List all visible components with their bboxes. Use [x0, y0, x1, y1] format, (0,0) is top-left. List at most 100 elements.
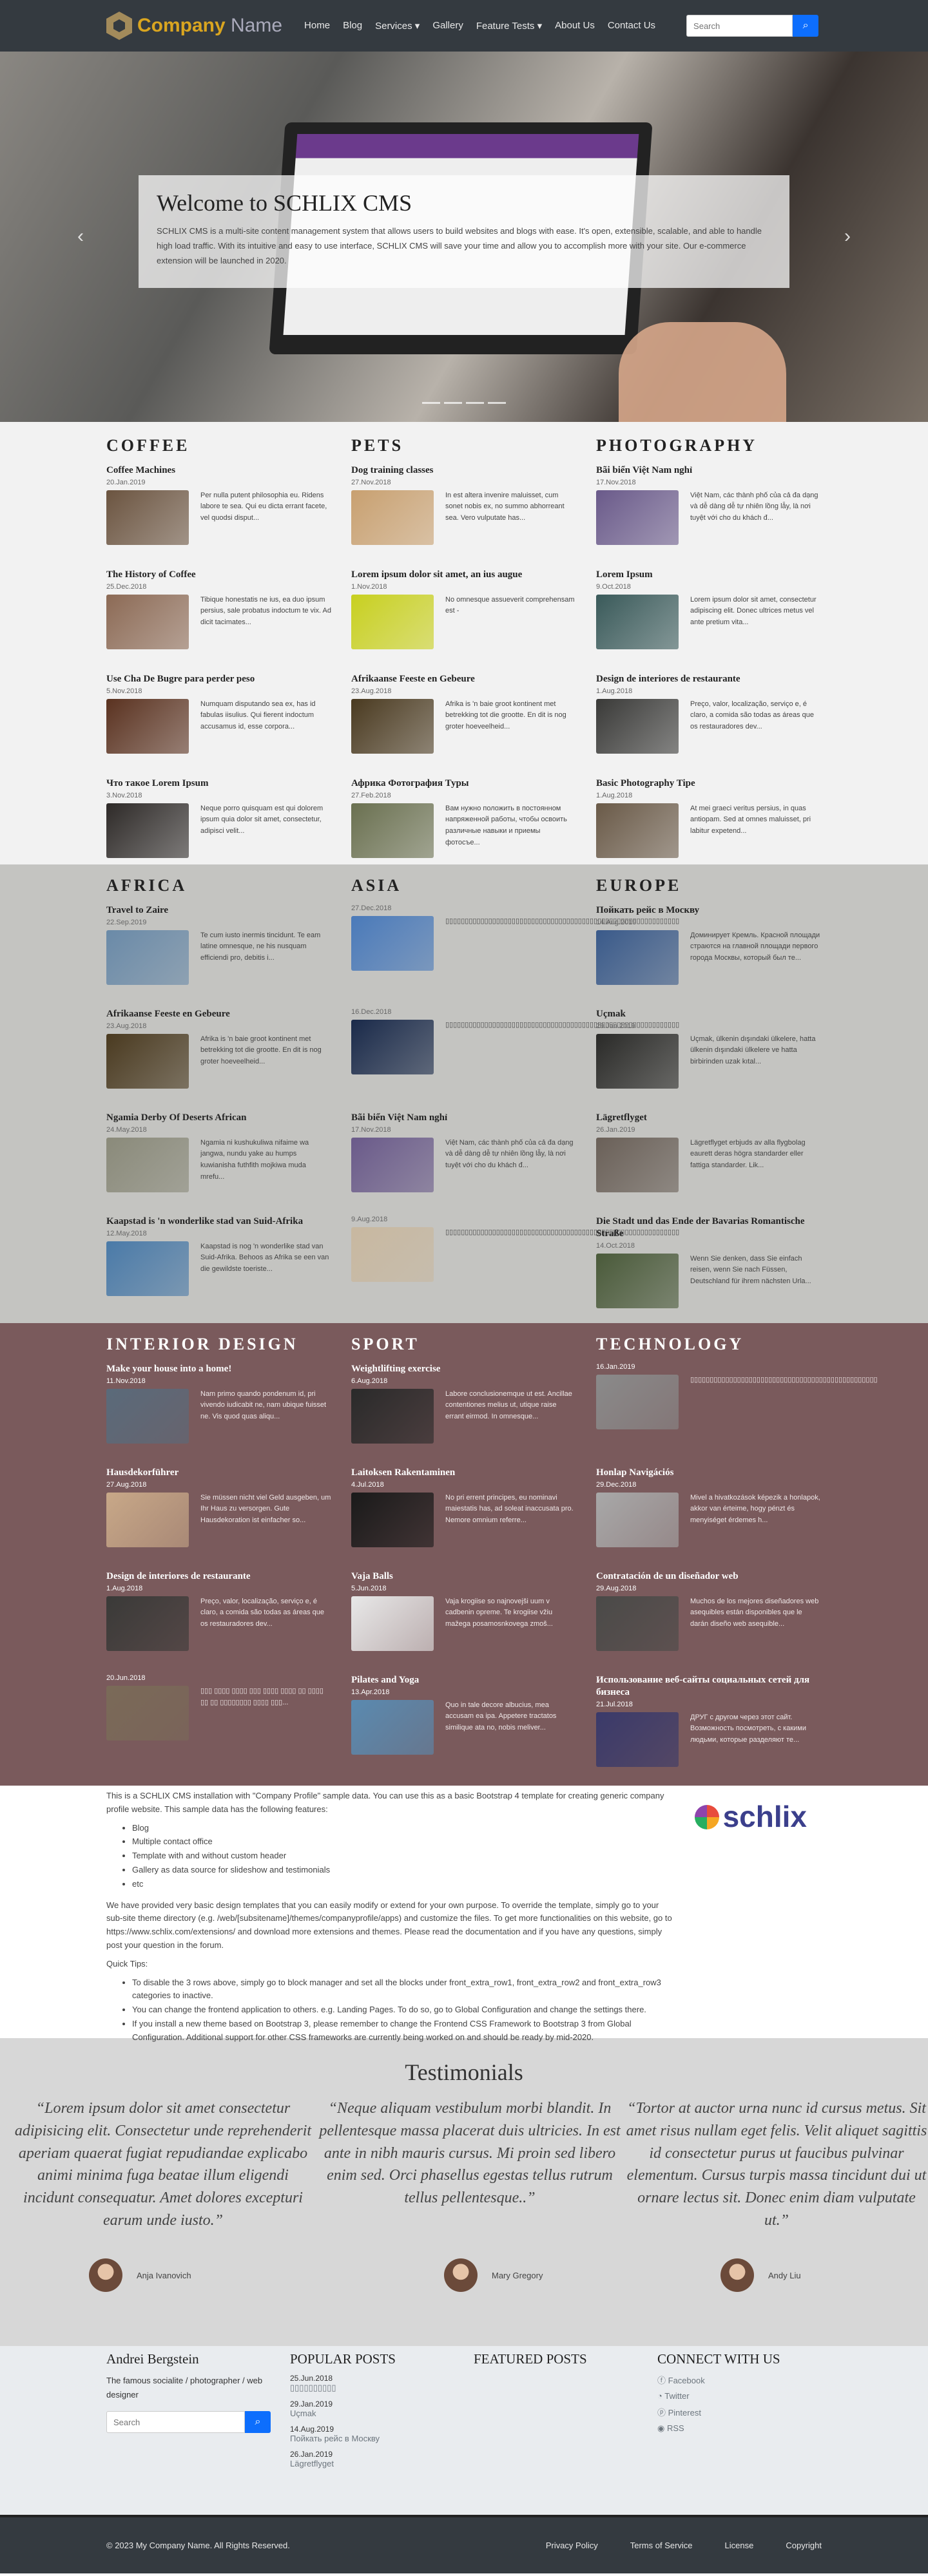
- post-thumbnail[interactable]: [106, 490, 189, 545]
- post-title[interactable]: Design de interiores de restaurante: [596, 673, 822, 685]
- nav-item-1[interactable]: Blog: [343, 20, 362, 32]
- post-title[interactable]: Coffee Machines: [106, 464, 332, 477]
- post-thumbnail[interactable]: [106, 1388, 189, 1444]
- post-title[interactable]: The History of Coffee: [106, 569, 332, 581]
- post-thumbnail[interactable]: [351, 1699, 434, 1755]
- post-thumbnail[interactable]: [351, 1137, 434, 1192]
- post-title[interactable]: Kaapstad is 'n wonderlike stad van Suid-…: [106, 1216, 332, 1228]
- post-thumbnail[interactable]: [596, 1712, 679, 1767]
- prev-arrow-icon[interactable]: ‹: [77, 225, 84, 247]
- post-thumbnail[interactable]: [351, 698, 434, 754]
- post-thumbnail[interactable]: [596, 698, 679, 754]
- post-thumbnail[interactable]: [596, 1137, 679, 1192]
- post-thumbnail[interactable]: [351, 1020, 434, 1074]
- social-link-rss[interactable]: ◉ RSS: [657, 2423, 822, 2434]
- post-thumbnail[interactable]: [596, 803, 679, 858]
- footer-link[interactable]: Terms of Service: [630, 2541, 693, 2550]
- post-thumbnail[interactable]: [106, 1241, 189, 1296]
- footer-link[interactable]: Privacy Policy: [546, 2541, 598, 2550]
- post-thumbnail[interactable]: [596, 930, 679, 985]
- nav-search-input[interactable]: [686, 15, 793, 37]
- category-title[interactable]: EUROPE: [596, 876, 822, 895]
- post-thumbnail[interactable]: [106, 930, 189, 985]
- popular-post[interactable]: 14.Aug.2019 Пойкать рейс в Москву: [290, 2425, 454, 2443]
- post-thumbnail[interactable]: [351, 1388, 434, 1444]
- post-thumbnail[interactable]: [596, 1375, 679, 1429]
- post-thumbnail[interactable]: [106, 803, 189, 858]
- popular-post-title[interactable]: ▯▯▯▯▯▯▯▯▯▯: [290, 2383, 454, 2393]
- post-title[interactable]: Afrikaanse Feeste en Gebeure: [106, 1008, 332, 1020]
- post-title[interactable]: Пойкать рейс в Москву: [596, 904, 822, 917]
- nav-item-5[interactable]: About Us: [555, 20, 595, 32]
- footer-search-button[interactable]: ⌕: [245, 2411, 271, 2434]
- post-thumbnail[interactable]: [596, 490, 679, 545]
- category-title[interactable]: PHOTOGRAPHY: [596, 436, 822, 455]
- post-title[interactable]: Использование веб-сайты социальных сетей…: [596, 1674, 822, 1699]
- footer-search-input[interactable]: [106, 2411, 245, 2434]
- post-title[interactable]: Африка Фотография Туры: [351, 778, 577, 790]
- post-title[interactable]: Use Cha De Bugre para perder peso: [106, 673, 332, 685]
- next-arrow-icon[interactable]: ›: [844, 225, 851, 247]
- popular-post[interactable]: 26.Jan.2019 Lägretflyget: [290, 2450, 454, 2468]
- nav-item-6[interactable]: Contact Us: [608, 20, 655, 32]
- nav-item-3[interactable]: Gallery: [432, 20, 463, 32]
- post-thumbnail[interactable]: [106, 1137, 189, 1192]
- post-title[interactable]: Lorem Ipsum: [596, 569, 822, 581]
- category-title[interactable]: COFFEE: [106, 436, 332, 455]
- post-title[interactable]: Laitoksen Rakentaminen: [351, 1467, 577, 1479]
- post-title[interactable]: Make your house into a home!: [106, 1363, 332, 1375]
- category-title[interactable]: PETS: [351, 436, 577, 455]
- category-title[interactable]: SPORT: [351, 1335, 577, 1354]
- post-thumbnail[interactable]: [596, 1033, 679, 1089]
- category-title[interactable]: TECHNOLOGY: [596, 1335, 822, 1354]
- popular-post[interactable]: 29.Jan.2019 Uçmak: [290, 2399, 454, 2418]
- post-thumbnail[interactable]: [106, 1596, 189, 1651]
- nav-search-button[interactable]: ⌕: [793, 15, 819, 37]
- post-title[interactable]: Afrikaanse Feeste en Gebeure: [351, 673, 577, 685]
- post-thumbnail[interactable]: [106, 698, 189, 754]
- post-title[interactable]: Travel to Zaire: [106, 904, 332, 917]
- category-title[interactable]: ASIA: [351, 876, 577, 895]
- slide-indicators[interactable]: [422, 402, 506, 404]
- category-title[interactable]: INTERIOR DESIGN: [106, 1335, 332, 1354]
- post-title[interactable]: Basic Photography Tipe: [596, 778, 822, 790]
- post-thumbnail[interactable]: [351, 490, 434, 545]
- post-title[interactable]: Die Stadt und das Ende der Bavarias Roma…: [596, 1216, 822, 1240]
- popular-post-title[interactable]: Lägretflyget: [290, 2459, 454, 2468]
- post-title[interactable]: Hausdekorführer: [106, 1467, 332, 1479]
- post-thumbnail[interactable]: [596, 1596, 679, 1651]
- post-thumbnail[interactable]: [351, 1596, 434, 1651]
- post-title[interactable]: Contratación de un diseñador web: [596, 1570, 822, 1583]
- post-title[interactable]: Bãi biển Việt Nam nghỉ: [351, 1112, 577, 1124]
- popular-post-title[interactable]: Пойкать рейс в Москву: [290, 2434, 454, 2443]
- social-link-twitter[interactable]: ◔ Twitter: [657, 2391, 822, 2401]
- post-thumbnail[interactable]: [351, 916, 434, 971]
- post-thumbnail[interactable]: [106, 1492, 189, 1547]
- popular-post[interactable]: 25.Jun.2018 ▯▯▯▯▯▯▯▯▯▯: [290, 2374, 454, 2393]
- nav-item-0[interactable]: Home: [304, 20, 330, 32]
- post-thumbnail[interactable]: [351, 803, 434, 858]
- post-title[interactable]: Lorem ipsum dolor sit amet, an ius augue: [351, 569, 577, 581]
- social-link-facebook[interactable]: ⓕ Facebook: [657, 2374, 822, 2386]
- nav-item-2[interactable]: Services ▾: [375, 20, 420, 32]
- post-title[interactable]: Bãi biển Việt Nam nghỉ: [596, 464, 822, 477]
- post-thumbnail[interactable]: [351, 1227, 434, 1282]
- nav-item-4[interactable]: Feature Tests ▾: [476, 20, 542, 32]
- post-title[interactable]: Lägretflyget: [596, 1112, 822, 1124]
- footer-link[interactable]: License: [725, 2541, 754, 2550]
- post-title[interactable]: Pilates and Yoga: [351, 1674, 577, 1686]
- social-link-pinterest[interactable]: ⓟ Pinterest: [657, 2406, 822, 2418]
- post-thumbnail[interactable]: [351, 1492, 434, 1547]
- post-thumbnail[interactable]: [596, 1253, 679, 1308]
- footer-link[interactable]: Copyright: [786, 2541, 822, 2550]
- post-thumbnail[interactable]: [596, 1492, 679, 1547]
- brand-logo[interactable]: Company Name: [106, 12, 282, 40]
- post-title[interactable]: Design de interiores de restaurante: [106, 1570, 332, 1583]
- post-thumbnail[interactable]: [106, 1686, 189, 1741]
- post-title[interactable]: Ngamia Derby Of Deserts African: [106, 1112, 332, 1124]
- post-title[interactable]: Что такое Lorem Ipsum: [106, 778, 332, 790]
- post-thumbnail[interactable]: [596, 594, 679, 649]
- post-title[interactable]: Weightlifting exercise: [351, 1363, 577, 1375]
- post-title[interactable]: Honlap Navigációs: [596, 1467, 822, 1479]
- post-thumbnail[interactable]: [106, 1033, 189, 1089]
